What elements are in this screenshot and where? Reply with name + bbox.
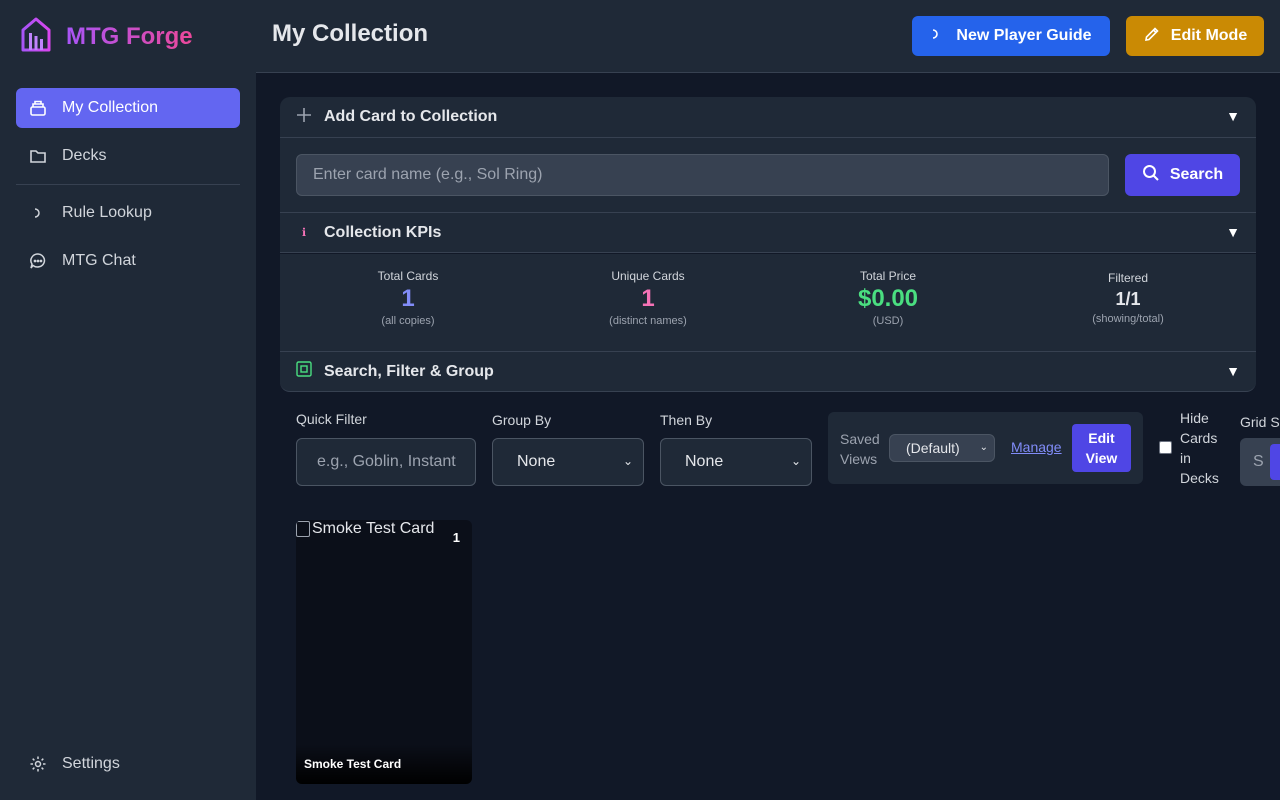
top-header: My Collection New Player Guide Edit Mode (256, 0, 1280, 73)
grid-size-button[interactable] (1270, 444, 1280, 480)
sidebar-item-rule-lookup[interactable]: Rule Lookup (16, 193, 240, 233)
kpi-value: $0.00 (857, 285, 919, 312)
edit-mode-label: Edit Mode (1170, 27, 1248, 44)
group-by-value: None (517, 453, 556, 470)
gear-icon (28, 754, 48, 774)
refresh-icon (930, 27, 942, 46)
card-image-alt: Smoke Test Card (312, 520, 435, 537)
kpi-sub: (showing/total) (1092, 313, 1164, 325)
section-title: Add Card to Collection (324, 108, 498, 125)
saved-views-label: Saved Views (840, 431, 880, 467)
quick-filter-input[interactable] (296, 438, 476, 486)
chevron-down-icon: ⌄ (979, 442, 988, 453)
sidebar-item-label: Rule Lookup (62, 204, 152, 221)
saved-views-panel: Saved Views (Default) ⌄ Manage Edit View (828, 412, 1143, 484)
group-by-label: Group By (492, 412, 552, 428)
kpi-value: 1 (641, 285, 655, 312)
grid-size-control[interactable]: S (1240, 438, 1280, 486)
collapse-caret-icon[interactable]: ▼ (1226, 108, 1240, 124)
kpi-unique-cards: Unique Cards 1 (distinct names) (528, 269, 768, 327)
hide-cards-checkbox[interactable] (1159, 441, 1172, 454)
kpi-sub: (distinct names) (609, 315, 687, 327)
sidebar-divider (16, 184, 240, 185)
grid-size-label: Grid Size (1240, 414, 1280, 430)
chat-icon (28, 251, 48, 271)
kpi-section-header[interactable]: ℹ Collection KPIs ▼ (280, 212, 1256, 253)
chevron-down-icon: ⌄ (622, 454, 633, 468)
kpi-label: Unique Cards (611, 269, 685, 283)
kpi-label: Filtered (1107, 271, 1148, 285)
pencil-icon (1143, 25, 1161, 48)
hide-cards-label: Hide Cards in Decks (1180, 410, 1219, 486)
card-count-badge: 1 (452, 530, 460, 545)
search-button-label: Search (1169, 166, 1224, 183)
grid-size-value: S (1253, 453, 1264, 470)
quick-filter-label: Quick Filter (296, 411, 367, 427)
edit-view-button[interactable]: Edit View (1072, 424, 1131, 472)
kpi-label: Total Cards (377, 269, 439, 283)
sidebar-item-settings[interactable]: Settings (16, 744, 240, 784)
plus-icon (296, 107, 312, 128)
kpi-sub: (USD) (872, 315, 904, 327)
card-image: Smoke Test Card (296, 520, 434, 538)
brand-name: MTG Forge (66, 22, 193, 50)
sidebar-item-decks[interactable]: Decks (16, 136, 240, 176)
kpi-label: Total Price (859, 269, 917, 283)
kpi-value: 1 (401, 285, 415, 312)
edit-mode-button[interactable]: Edit Mode (1126, 16, 1264, 56)
kpi-value: 1/1 (1115, 289, 1141, 309)
manage-views-link[interactable]: Manage (1011, 439, 1062, 455)
filter-section-header[interactable]: Search, Filter & Group ▼ (280, 351, 1256, 392)
sidebar-item-label: MTG Chat (62, 252, 136, 269)
add-card-section-header[interactable]: Add Card to Collection ▼ (280, 97, 1256, 138)
brand[interactable]: MTG Forge (20, 16, 193, 57)
saved-views-select[interactable]: (Default) ⌄ (889, 434, 995, 462)
sidebar: MTG Forge My Collection Decks Rule Looku… (0, 0, 256, 800)
sidebar-item-mtg-chat[interactable]: MTG Chat (16, 241, 240, 281)
then-by-select[interactable]: None ⌄ (660, 438, 812, 486)
section-title: Collection KPIs (324, 223, 442, 241)
search-icon (1142, 164, 1160, 187)
broken-image-icon (296, 521, 310, 537)
collection-icon (28, 98, 48, 118)
saved-views-value: (Default) (906, 440, 960, 456)
search-button[interactable]: Search (1125, 154, 1240, 196)
card-name: Smoke Test Card (296, 744, 472, 784)
info-icon: ℹ (301, 227, 307, 239)
castle-logo-icon (20, 16, 52, 57)
group-by-select[interactable]: None ⌄ (492, 438, 644, 486)
page-title: My Collection (272, 20, 429, 47)
sidebar-item-label: Decks (62, 147, 107, 164)
sidebar-item-my-collection[interactable]: My Collection (16, 88, 240, 128)
refresh-icon (28, 203, 48, 223)
kpi-total-cards: Total Cards 1 (all copies) (288, 269, 528, 327)
collapse-caret-icon[interactable]: ▼ (1226, 363, 1240, 379)
then-by-label: Then By (660, 412, 713, 428)
kpi-sub: (all copies) (381, 315, 435, 327)
sidebar-item-label: Settings (62, 755, 120, 772)
card-tile[interactable]: Smoke Test Card 1 Smoke Test Card (296, 520, 472, 784)
filter-frame-icon (296, 361, 312, 382)
kpi-total-price: Total Price $0.00 (USD) (768, 269, 1008, 327)
new-player-guide-button[interactable]: New Player Guide (912, 16, 1110, 56)
card-name-input[interactable] (296, 154, 1109, 196)
then-by-value: None (685, 453, 724, 470)
collapse-caret-icon[interactable]: ▼ (1226, 224, 1240, 240)
new-player-guide-label: New Player Guide (956, 27, 1092, 44)
kpi-filtered: Filtered 1/1 (showing/total) (1008, 271, 1248, 325)
chevron-down-icon: ⌄ (790, 454, 801, 468)
sidebar-item-label: My Collection (62, 99, 159, 116)
section-title: Search, Filter & Group (324, 362, 494, 380)
folder-icon (28, 146, 48, 166)
